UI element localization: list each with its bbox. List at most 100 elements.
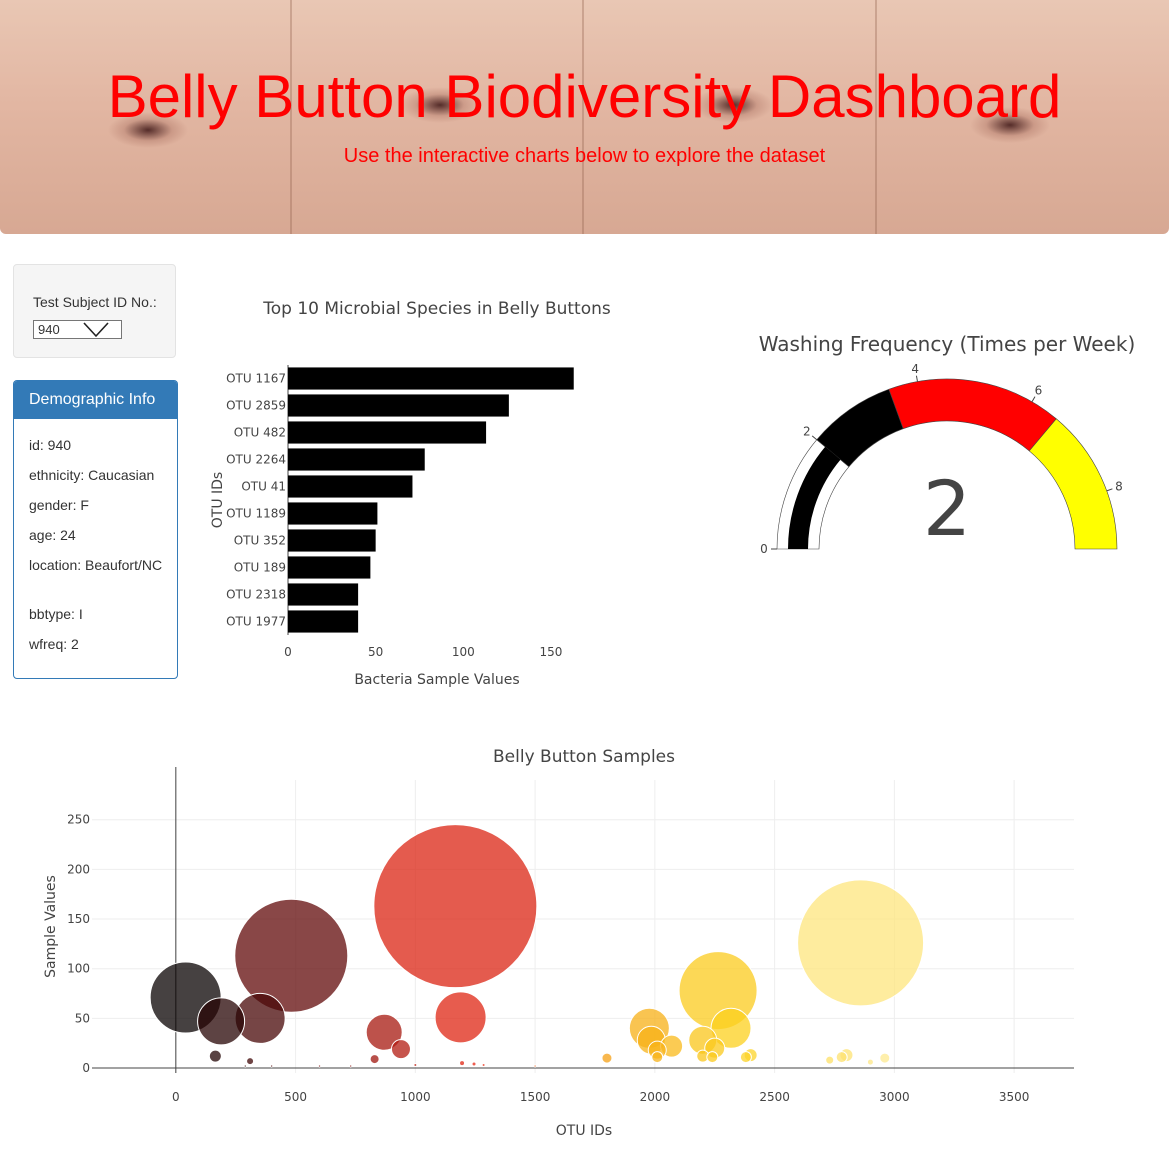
bar (288, 367, 574, 390)
bubble-point (459, 1060, 466, 1067)
bubble-point (471, 1061, 477, 1067)
bar (288, 475, 413, 498)
bubble-x-tick-label: 3500 (999, 1090, 1030, 1104)
bubble-point (369, 1054, 380, 1065)
bar-y-tick-label: OTU 2264 (226, 453, 286, 467)
demographic-info-heading: Demographic Info (14, 381, 177, 419)
bar-y-tick-label: OTU 482 (234, 426, 286, 440)
demographic-item: age: 24 (29, 527, 76, 543)
bar-x-tick-label: 50 (368, 645, 383, 659)
bar-x-axis-label: Bacteria Sample Values (354, 672, 519, 688)
demographic-item: ethnicity: Caucasian (29, 467, 155, 483)
bar (288, 394, 509, 417)
demographic-item: bbtype: I (29, 606, 83, 622)
gauge-step (888, 378, 1057, 452)
demographic-item: location: Beaufort/NC (29, 557, 163, 573)
subject-selector-label: Test Subject ID No.: (33, 294, 157, 310)
bar (288, 502, 378, 525)
gauge-tick-label: 4 (911, 362, 919, 376)
bubble-point (533, 1064, 537, 1068)
bubble-point (739, 1051, 752, 1064)
gauge-value-number: 2 (923, 464, 971, 553)
bar (288, 556, 371, 579)
bubble-y-tick-label: 200 (67, 862, 90, 876)
bubble-y-tick-label: 150 (67, 912, 90, 926)
bubble-point (246, 1057, 255, 1066)
gauge-step (1028, 418, 1118, 550)
bubble-point (348, 1064, 353, 1068)
jumbotron-header: Belly Button Biodiversity Dashboard Use … (0, 0, 1169, 234)
bubble-y-tick-label: 100 (67, 962, 90, 976)
gauge-tick (1106, 488, 1113, 492)
bubble-x-axis-label: OTU IDs (556, 1123, 612, 1139)
demographic-item: gender: F (29, 497, 89, 513)
bar-y-tick-label: OTU 1977 (226, 615, 286, 629)
page-title: Belly Button Biodiversity Dashboard (107, 63, 1062, 130)
bar (288, 529, 376, 552)
bar (288, 610, 359, 633)
bubble-point (481, 1063, 486, 1068)
bubble-x-tick-label: 0 (172, 1090, 180, 1104)
bar-y-axis-label: OTU IDs (210, 472, 226, 528)
bubble-y-tick-label: 50 (75, 1011, 90, 1025)
bubble-point (651, 1051, 664, 1064)
page-subtitle: Use the interactive charts below to expl… (343, 145, 826, 167)
bar-x-tick-label: 0 (284, 645, 292, 659)
bubble-point (390, 1039, 411, 1060)
demographic-info-panel: Demographic Info id: 940 ethnicity: Cauc… (13, 380, 178, 679)
bubble-x-tick-label: 2500 (759, 1090, 790, 1104)
bubble-point (243, 1064, 247, 1068)
bubble-x-tick-label: 1000 (400, 1090, 431, 1104)
bubble-point (879, 1052, 891, 1064)
subject-selector-well: Test Subject ID No.: 940 (13, 264, 176, 358)
gauge-tick-label: 8 (1115, 479, 1123, 493)
bubble-point (317, 1064, 322, 1068)
bar (288, 421, 487, 444)
subject-id-selected: 940 (38, 322, 60, 337)
bubble-y-tick-label: 250 (67, 813, 90, 827)
bar-y-tick-label: OTU 1167 (226, 372, 286, 386)
bubble-x-tick-label: 3000 (879, 1090, 910, 1104)
bubble-x-tick-label: 1500 (520, 1090, 551, 1104)
bar-chart: Top 10 Microbial Species in Belly Button… (210, 299, 611, 688)
bubble-point (269, 1064, 274, 1068)
bubble-point (706, 1051, 719, 1064)
bubble-chart-title: Belly Button Samples (493, 747, 675, 767)
bubble-x-tick-label: 500 (284, 1090, 307, 1104)
gauge-tick-label: 2 (803, 424, 811, 438)
bubble-point (797, 879, 925, 1007)
gauge-title: Washing Frequency (Times per Week) (759, 332, 1136, 356)
chevron-down-icon (83, 322, 109, 338)
bar-y-tick-label: OTU 189 (234, 561, 286, 575)
bubble-x-tick-label: 2000 (640, 1090, 671, 1104)
bar-y-tick-label: OTU 2859 (226, 399, 286, 413)
bar-y-tick-label: OTU 1189 (226, 507, 286, 521)
gauge-tick-label: 0 (760, 542, 768, 556)
bubble-chart: Belly Button Samples0 500 1000 1500 2000 2500… (43, 747, 1074, 1139)
gauge-tick (915, 375, 918, 382)
bubble-point (825, 1055, 835, 1065)
bubble-point (197, 997, 246, 1046)
bar-x-tick-label: 100 (452, 645, 475, 659)
bubble-point (373, 824, 538, 989)
bar-y-tick-label: OTU 41 (241, 480, 286, 494)
gauge-tick-label: 6 (1035, 384, 1043, 398)
bar-chart-title: Top 10 Microbial Species in Belly Button… (262, 299, 611, 319)
bubble-point (434, 991, 487, 1044)
bar-x-tick-label: 150 (539, 645, 562, 659)
bubble-y-tick-label: 0 (82, 1061, 90, 1075)
bubble-point (835, 1051, 848, 1064)
bar (288, 583, 359, 606)
subject-id-dropdown[interactable]: 940 (33, 320, 122, 339)
demographic-item: id: 940 (29, 437, 72, 453)
bar-y-tick-label: OTU 2318 (226, 588, 286, 602)
bar (288, 448, 425, 471)
bubble-point (413, 1063, 418, 1068)
bubble-y-axis-label: Sample Values (43, 875, 59, 978)
demographic-item: wfreq: 2 (29, 636, 79, 652)
gauge-chart: Washing Frequency (Times per Week) 0 2 4 6 8 2 (759, 332, 1136, 556)
bubble-point (601, 1052, 613, 1064)
bubble-point (866, 1058, 874, 1066)
bar-y-tick-label: OTU 352 (234, 534, 286, 548)
gauge-tick (811, 435, 818, 441)
